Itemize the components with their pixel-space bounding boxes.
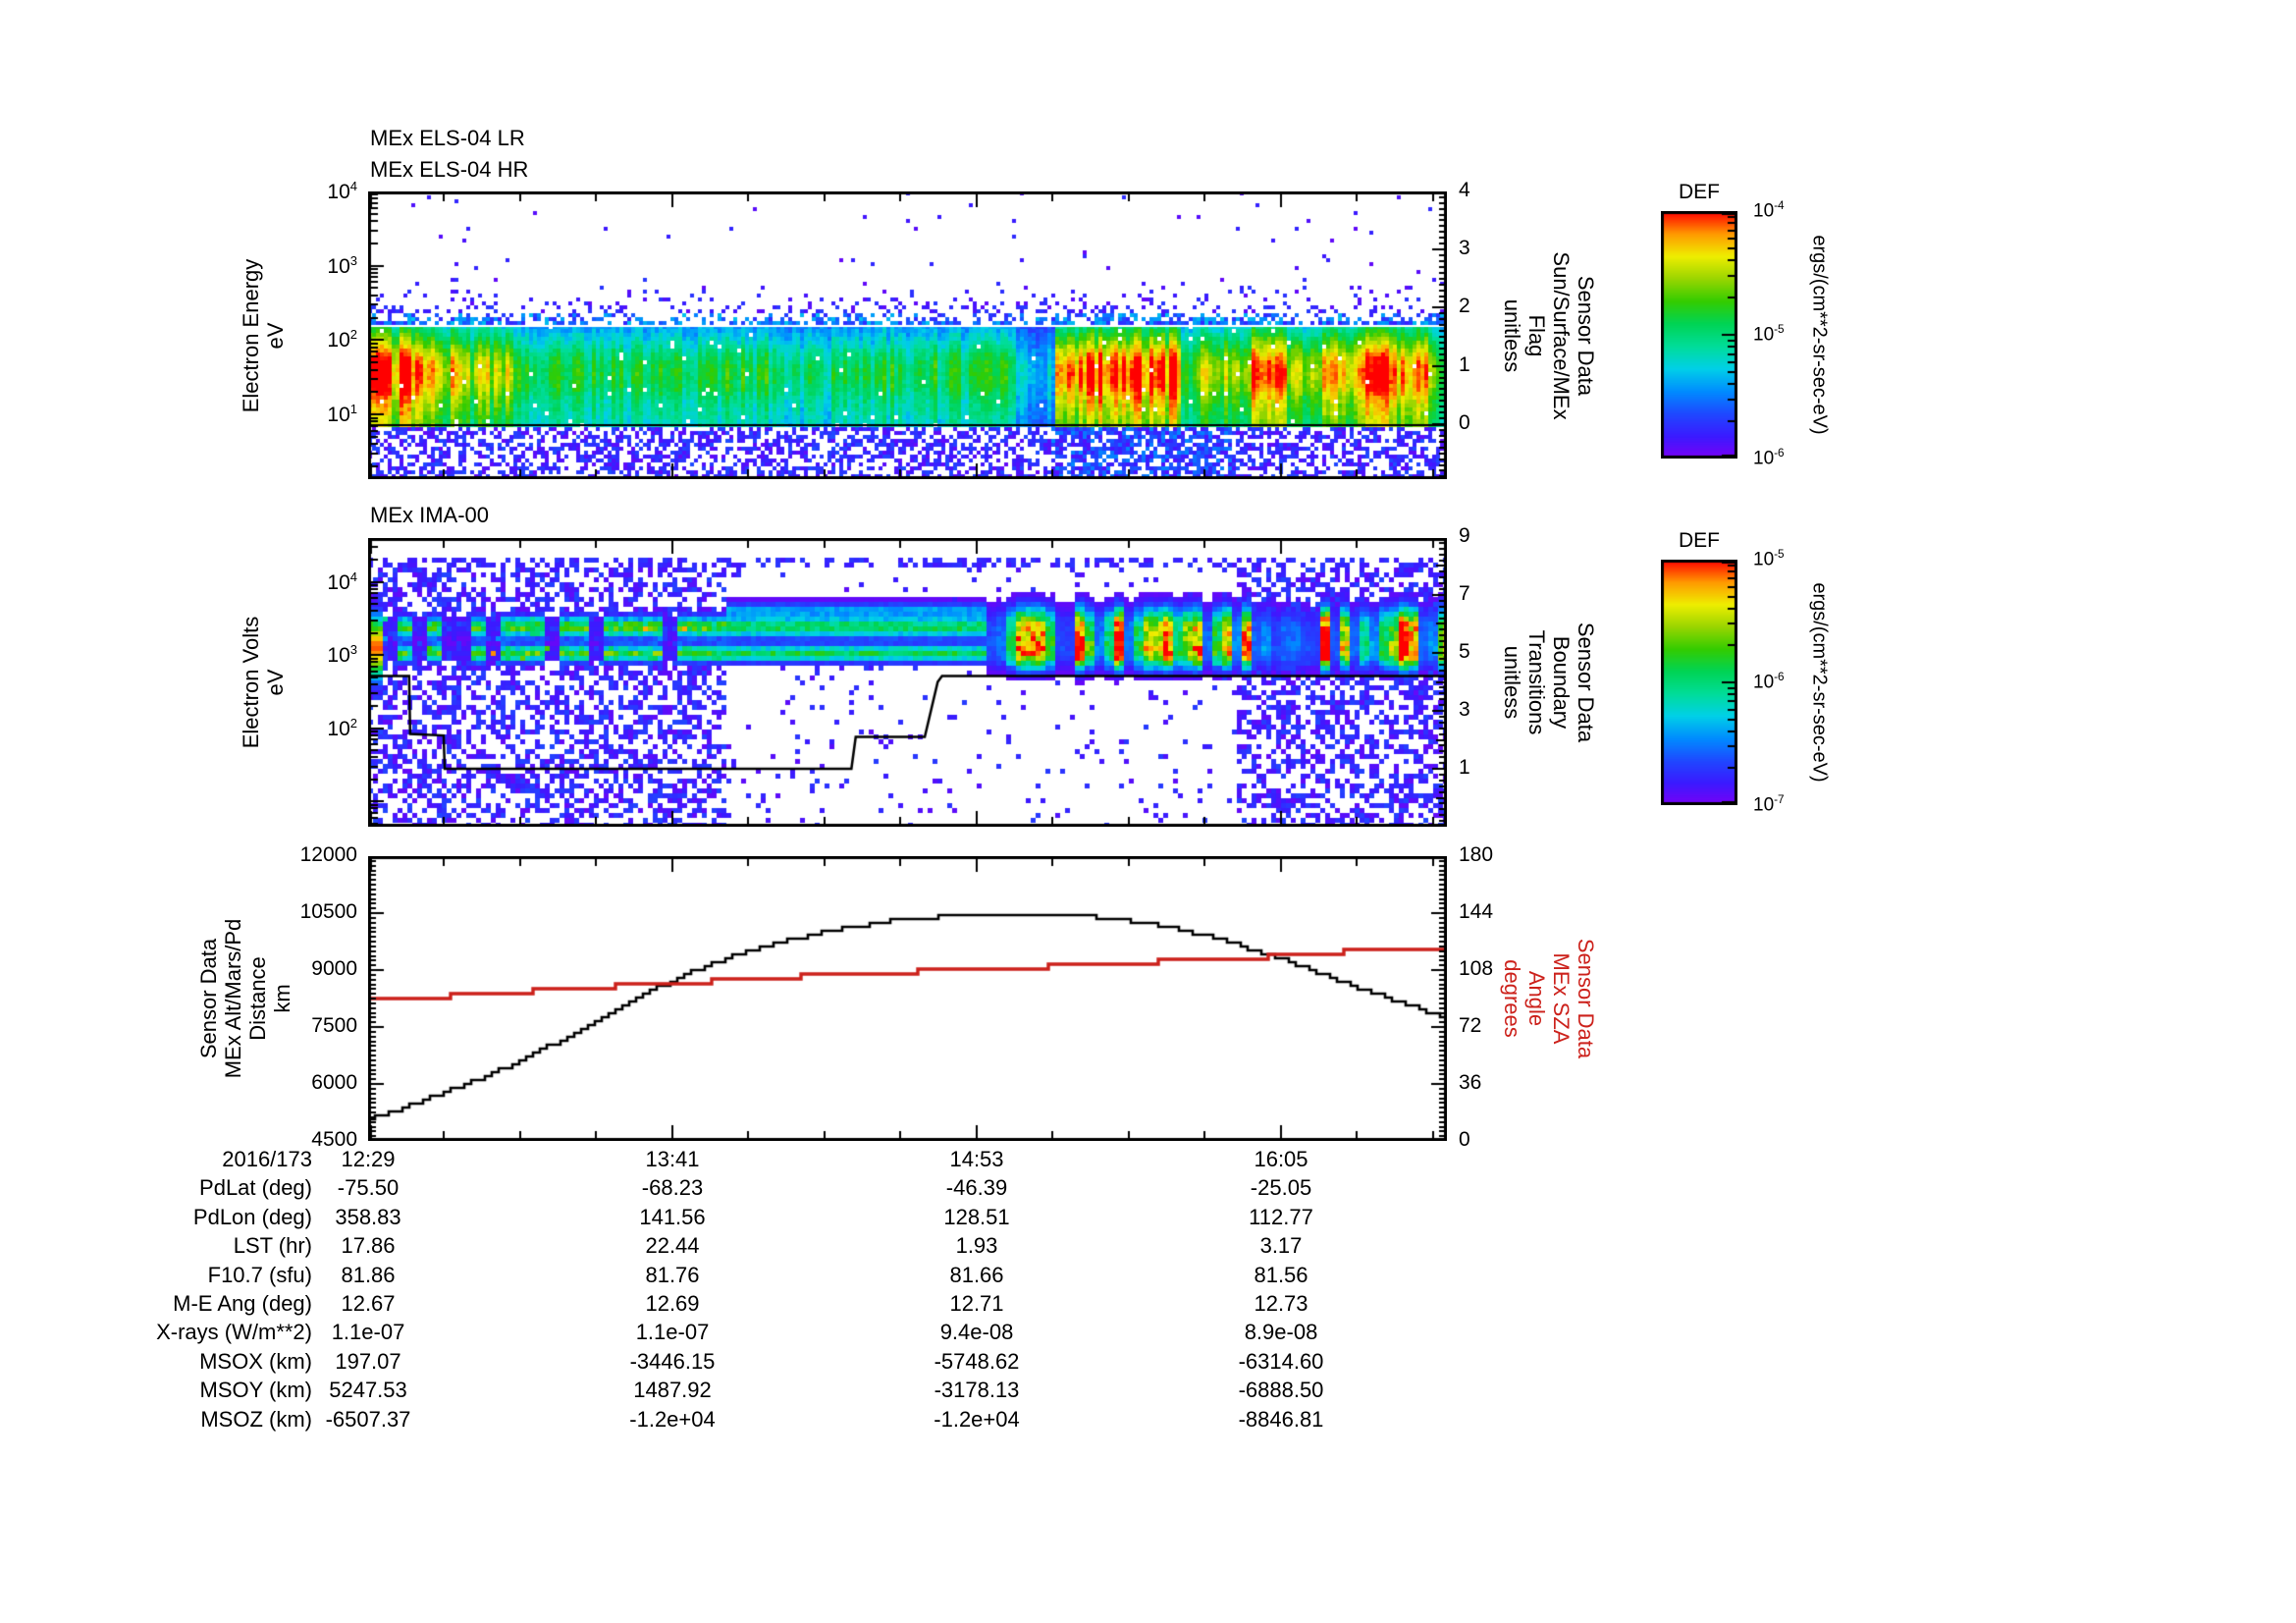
table-value: 197.07 bbox=[335, 1349, 401, 1374]
els-right-tick-4: 4 bbox=[1459, 178, 1470, 201]
table-value: 112.77 bbox=[1249, 1205, 1313, 1229]
ima-right-tick-9: 9 bbox=[1459, 524, 1470, 547]
table-value: -68.23 bbox=[641, 1175, 704, 1200]
table-value: -25.05 bbox=[1250, 1175, 1312, 1200]
table-value: 1.93 bbox=[955, 1233, 998, 1258]
colorbar2-tick-label: 10-5 bbox=[1753, 548, 1785, 570]
time-tick-label: 12:29 bbox=[341, 1147, 396, 1171]
table-value: 81.86 bbox=[341, 1263, 396, 1287]
els-panel-title-line1: MEx ELS-04 LR bbox=[370, 126, 525, 150]
table-value: -5748.62 bbox=[934, 1349, 1020, 1374]
ima-right-tick-1: 1 bbox=[1459, 756, 1470, 779]
table-value: 141.56 bbox=[639, 1205, 706, 1229]
table-value: -3178.13 bbox=[934, 1378, 1020, 1402]
ima-right-tick-7: 7 bbox=[1459, 582, 1470, 605]
table-value: 128.51 bbox=[943, 1205, 1010, 1229]
colorbar1-tick-label: 10-6 bbox=[1753, 447, 1785, 469]
time-tick-label: 16:05 bbox=[1254, 1147, 1308, 1171]
table-value: 1.1e-07 bbox=[331, 1320, 405, 1344]
ima-spectrogram-panel bbox=[368, 538, 1447, 827]
table-value: -75.50 bbox=[337, 1175, 400, 1200]
table-value: 12.71 bbox=[949, 1291, 1004, 1316]
table-value: -46.39 bbox=[945, 1175, 1008, 1200]
dist-right-tick-0: 0 bbox=[1459, 1128, 1470, 1151]
table-row-label: F10.7 (sfu) bbox=[207, 1263, 312, 1287]
table-row-label: 2016/173 bbox=[222, 1147, 312, 1171]
table-value: 81.76 bbox=[645, 1263, 700, 1287]
table-value: 12.69 bbox=[645, 1291, 700, 1316]
els-spectrogram-panel bbox=[368, 191, 1447, 479]
ima-panel-title: MEx IMA-00 bbox=[370, 503, 490, 527]
table-row-label: PdLat (deg) bbox=[199, 1175, 312, 1200]
table-value: -1.2e+04 bbox=[934, 1407, 1020, 1432]
ima-colorbar bbox=[1661, 560, 1737, 805]
table-value: -1.2e+04 bbox=[629, 1407, 716, 1432]
table-value: 12.73 bbox=[1254, 1291, 1308, 1316]
table-value: -3446.15 bbox=[629, 1349, 716, 1374]
table-value: -6507.37 bbox=[325, 1407, 411, 1432]
table-row-label: LST (hr) bbox=[233, 1233, 312, 1258]
colorbar1-tick-label: 10-4 bbox=[1753, 199, 1785, 222]
table-row-label: X-rays (W/m**2) bbox=[156, 1320, 312, 1344]
table-row-label: MSOY (km) bbox=[199, 1378, 312, 1402]
table-value: 1.1e-07 bbox=[635, 1320, 710, 1344]
table-value: 81.66 bbox=[949, 1263, 1004, 1287]
dist-right-tick-144: 144 bbox=[1459, 900, 1494, 923]
colorbar1-tick-label: 10-5 bbox=[1753, 323, 1785, 346]
table-value: 17.86 bbox=[341, 1233, 396, 1258]
table-row-label: M-E Ang (deg) bbox=[173, 1291, 312, 1316]
table-value: 22.44 bbox=[645, 1233, 700, 1258]
colorbar2-tick-label: 10-7 bbox=[1753, 793, 1785, 816]
table-value: 8.9e-08 bbox=[1244, 1320, 1318, 1344]
table-row-label: PdLon (deg) bbox=[192, 1205, 312, 1229]
colorbar2-tick-label: 10-6 bbox=[1753, 671, 1785, 693]
table-row-label: MSOX (km) bbox=[199, 1349, 312, 1374]
table-value: 81.56 bbox=[1254, 1263, 1308, 1287]
table-value: 12.67 bbox=[341, 1291, 396, 1316]
time-tick-label: 13:41 bbox=[645, 1147, 700, 1171]
dist-right-tick-180: 180 bbox=[1459, 843, 1494, 866]
dist-ytick-12000: 12000 bbox=[299, 843, 357, 866]
distance-sza-line-panel bbox=[368, 856, 1447, 1141]
dist-right-tick-36: 36 bbox=[1459, 1071, 1482, 1094]
mex-orbit-summary-figure: MEx ELS-04 LR MEx ELS-04 HR MEx IMA-00 D… bbox=[0, 0, 2296, 1623]
time-tick-label: 14:53 bbox=[949, 1147, 1004, 1171]
ima-ytick-10e4: 104 bbox=[327, 568, 357, 594]
table-value: 9.4e-08 bbox=[939, 1320, 1014, 1344]
ima-colorbar-title: DEF bbox=[1679, 529, 1720, 552]
table-value: 1487.92 bbox=[633, 1378, 712, 1402]
table-value: -6314.60 bbox=[1238, 1349, 1324, 1374]
els-ytick-10e4: 104 bbox=[327, 179, 357, 203]
table-row-label: MSOZ (km) bbox=[200, 1407, 312, 1432]
els-colorbar-title: DEF bbox=[1679, 181, 1720, 203]
els-panel-title-line2: MEx ELS-04 HR bbox=[370, 157, 529, 182]
table-value: -8846.81 bbox=[1238, 1407, 1324, 1432]
table-value: 5247.53 bbox=[329, 1378, 407, 1402]
table-value: -6888.50 bbox=[1238, 1378, 1324, 1402]
table-value: 3.17 bbox=[1259, 1233, 1303, 1258]
table-value: 358.83 bbox=[335, 1205, 401, 1229]
els-colorbar bbox=[1661, 211, 1737, 459]
